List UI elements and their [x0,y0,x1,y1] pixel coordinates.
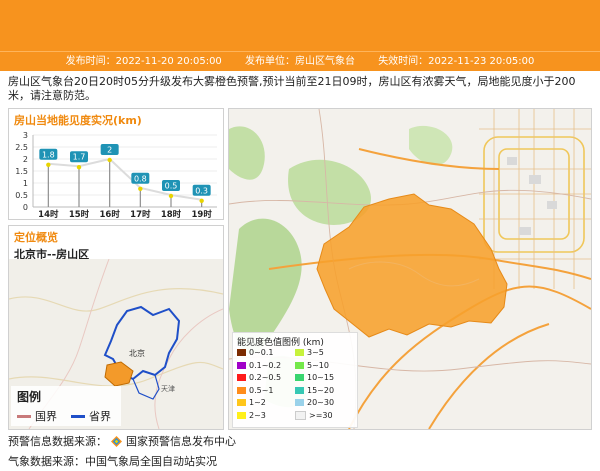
warning-info-bar: 发布时间：2022-11-20 20:05:00 发布单位：房山区气象台 失效时… [0,51,600,71]
location-title: 定位概览 [14,231,58,244]
data-label: 2 [107,146,112,155]
visibility-chart: 3 2.5 2 1.5 1 0.5 0 1.8 14时 1.7 15时 2 16时 0.8 17时 0.5 18… [15,131,217,219]
visibility-legend-item: 10~15 [295,373,334,382]
color-swatch-icon [295,399,304,406]
color-swatch-icon [237,411,246,419]
warning-center-logo-icon [111,435,122,447]
map-legend: 图例 国界 省界 [11,386,121,426]
warning-description: 房山区气象台20日20时05分升级发布大雾橙色预警,预计当前至21日09时，房山… [8,75,576,102]
visibility-point [107,157,112,163]
color-swatch-icon [237,374,246,381]
y-tick-label: 2 [23,155,28,164]
publisher: 发布单位：房山区气象台 [245,56,355,67]
weather-source-line: 气象数据来源：中国气象局全国自动站实况 [8,455,217,468]
national-border-line-icon [17,414,31,418]
y-tick-label: 1 [23,179,28,188]
map-label-beijing: 北京 [129,348,145,358]
y-tick-label: 1.5 [15,167,28,176]
visibility-legend-item: 5~10 [295,361,329,370]
visibility-legend-item: >=30 [295,410,333,420]
y-tick-label: 2.5 [15,143,28,152]
color-swatch-icon [295,361,304,369]
visibility-legend-item: 3~5 [295,348,324,357]
x-tick-label: 14时 [38,209,59,219]
x-tick-label: 18时 [161,209,182,219]
visibility-color-legend: 能见度色值图例 (km) 0~0.1 3~5 0.1~0.2 5~10 0.2~0.5 1… [232,332,358,428]
publish-time: 发布时间：2022-11-20 20:05:00 [65,56,222,67]
visibility-legend-item: 0~0.1 [237,348,274,357]
visibility-legend-item: 0.5~1 [237,386,274,395]
data-label: 0.5 [165,182,178,191]
visibility-legend-title: 能见度色值图例 (km) [237,338,324,348]
data-label: 0.3 [195,186,208,195]
data-label: 1.7 [73,153,86,162]
header-banner [0,0,600,51]
legend-item-national-border: 国界 [17,408,57,424]
legend-item-province-border: 省界 [71,408,111,424]
y-tick-label: 3 [23,131,28,140]
visibility-legend-item: 0.1~0.2 [237,361,281,370]
map-label-tianjin: 天津 [161,385,175,393]
location-card: 定位概览 北京市--房山区 北京 天津 图例 国界 省界 [8,225,224,430]
color-swatch-icon [237,399,246,406]
visibility-point [199,198,204,203]
color-swatch-icon [295,386,304,394]
visibility-point [138,186,143,191]
visibility-legend-item: 20~30 [295,398,334,407]
visibility-legend-item: 2~3 [237,411,266,420]
warning-source-line: 预警信息数据来源： 国家预警信息发布中心 [8,435,236,448]
y-tick-label: 0 [23,203,28,212]
color-swatch-icon [237,349,246,356]
visibility-point [76,165,82,170]
x-tick-label: 19时 [191,209,212,219]
visibility-line [48,157,202,201]
y-tick-label: 0.5 [15,191,28,200]
data-label: 1.8 [42,150,55,159]
warning-source-name: 国家预警信息发布中心 [126,435,236,448]
visibility-point [168,193,174,199]
visibility-point [46,162,51,167]
province-border-line-icon [71,414,85,418]
color-swatch-icon [295,410,306,420]
color-swatch-icon [237,361,246,369]
color-swatch-icon [295,374,304,381]
expire-time: 失效时间：2022-11-23 20:05:00 [378,56,535,67]
color-swatch-icon [295,349,304,356]
visibility-legend-item: 1~2 [237,398,266,407]
x-tick-label: 15时 [69,209,90,219]
map-legend-title: 图例 [17,390,42,404]
visibility-legend-item: 0.2~0.5 [237,373,281,382]
visibility-legend-item: 15~20 [295,386,334,395]
x-tick-label: 17时 [130,209,151,219]
x-tick-label: 16时 [99,209,120,219]
color-swatch-icon [237,386,246,394]
visibility-chart-card: 房山当地能见度实况(km) 3 2.5 2 1.5 1 0.5 0 1.8 14时 1.7 15时 2… [8,108,224,220]
data-label: 0.8 [134,174,147,183]
